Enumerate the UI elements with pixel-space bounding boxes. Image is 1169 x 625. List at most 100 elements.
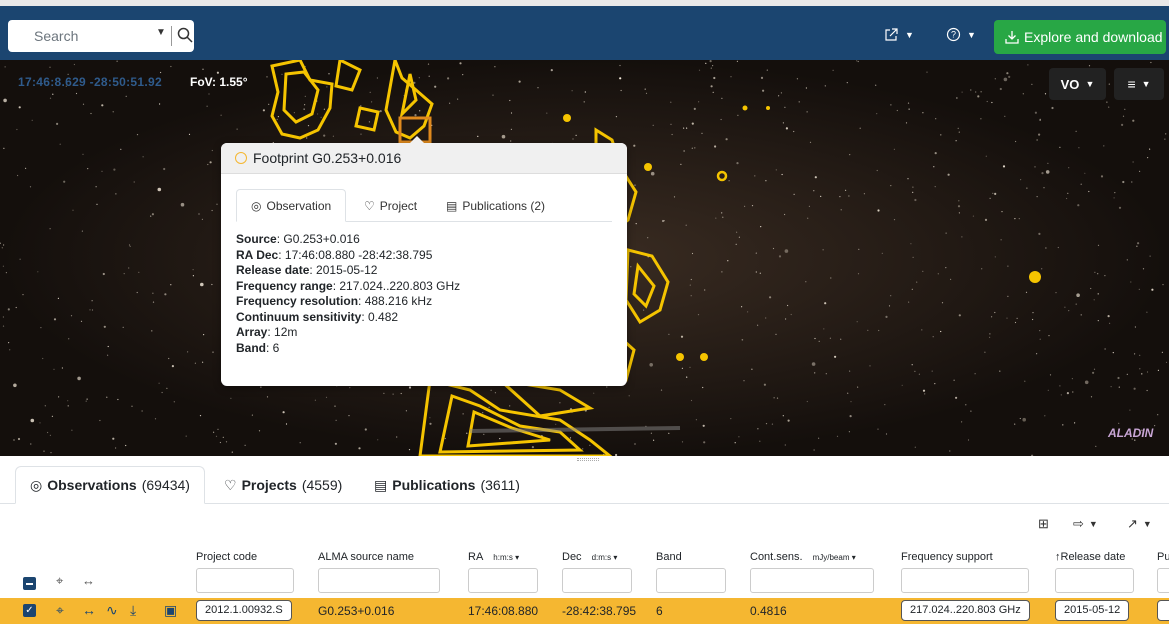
popup-tab-project[interactable]: ♡ Project <box>364 189 417 222</box>
column-header-ra[interactable]: RA h:m:s ▾ <box>468 551 519 563</box>
table-row[interactable]: ✓ ⌖ ↔ ∿ ⤓ ▣ 2012.1.00932.S G0.253+0.016 … <box>0 598 1169 624</box>
explore-download-button[interactable]: Explore and download <box>994 20 1166 54</box>
share-icon: ↗ <box>1127 516 1138 531</box>
column-header-sensitivity[interactable]: Cont.sens. mJy/beam ▾ <box>750 551 856 563</box>
bulb-icon: ♡ <box>224 476 237 493</box>
filter-publications[interactable] <box>1157 568 1169 593</box>
download-icon[interactable]: ⤓ <box>130 602 136 619</box>
crosshair-icon[interactable]: ⌖ <box>56 573 63 589</box>
publications-badge[interactable] <box>1157 600 1169 621</box>
chevron-down-icon: ▼ <box>967 29 976 40</box>
table-columns-icon: ⊞ <box>1038 516 1049 531</box>
search-icon[interactable] <box>176 26 194 44</box>
crosshair-icon[interactable]: ⌖ <box>56 602 64 619</box>
resize-horizontal-icon[interactable]: ↔ <box>82 602 96 618</box>
tab-count: (4559) <box>301 477 343 493</box>
tab-label: Projects <box>241 477 297 493</box>
chevron-down-icon: ▼ <box>1085 79 1095 89</box>
resize-handle[interactable] <box>577 458 599 461</box>
popup-title: Footprint G0.253+0.016 <box>253 150 402 166</box>
search-box[interactable]: Search ▼ <box>8 20 194 52</box>
chevron-down-icon: ▼ <box>1141 79 1151 89</box>
bulb-icon: ♡ <box>364 198 375 213</box>
sky-viewer[interactable]: 17:46:8.629 -28:50:51.92 FoV: 1.55° VO ▼… <box>0 60 1169 456</box>
popup-header: Footprint G0.253+0.016 <box>221 143 627 174</box>
popup-tab-observation[interactable]: ◎ Observation <box>236 189 347 222</box>
tab-count: (69434) <box>141 477 190 493</box>
help-icon: ? <box>946 27 961 42</box>
columns-toggle-button[interactable]: ⊞ <box>1038 516 1049 532</box>
image-icon[interactable]: ▣ <box>164 602 177 619</box>
footprint-popup: Footprint G0.253+0.016 ◎ Observation ♡ P… <box>221 136 627 386</box>
tab-label: Observations <box>47 477 137 493</box>
cursor-coordinates: 17:46:8.629 -28:50:51.92 <box>18 75 162 89</box>
document-icon: ▤ <box>374 476 388 493</box>
row-checkbox[interactable]: ✓ <box>23 604 36 617</box>
search-dropdown-caret[interactable]: ▼ <box>156 27 166 38</box>
chevron-down-icon: ▼ <box>1088 519 1098 529</box>
eye-icon: ◎ <box>30 476 43 493</box>
filter-dec[interactable] <box>562 568 632 593</box>
filter-sensitivity[interactable] <box>750 568 874 593</box>
resize-horizontal-icon[interactable]: ↔ <box>82 573 95 588</box>
top-bar: Search ▼ ▼ ? ▼ Explore and download <box>0 0 1169 60</box>
popup-tab-label: Project <box>379 198 418 213</box>
filter-source-name[interactable] <box>318 568 440 593</box>
column-header-frequency[interactable]: Frequency support <box>901 551 993 563</box>
results-tabs: ◎ Observations (69434) ♡ Projects (4559)… <box>0 466 1169 504</box>
divider <box>171 26 172 46</box>
detail-frequency-range: Frequency range: 217.024..220.803 GHz <box>236 278 461 293</box>
tab-count: (3611) <box>480 477 520 493</box>
share-menu-button[interactable]: ▼ <box>884 27 914 42</box>
tab-projects[interactable]: ♡ Projects (4559) <box>224 466 342 504</box>
ra-unit-select[interactable]: h:m:s ▾ <box>493 553 519 562</box>
layers-menu-button[interactable]: ≡ ▼ <box>1114 68 1164 100</box>
svg-text:?: ? <box>951 30 956 40</box>
column-header-dec[interactable]: Dec d:m:s ▾ <box>562 551 617 563</box>
detail-continuum-sensitivity: Continuum sensitivity: 0.482 <box>236 309 399 324</box>
cell-sensitivity: 0.4816 <box>750 604 787 618</box>
sens-unit-select[interactable]: mJy/beam ▾ <box>813 553 856 562</box>
vo-label: VO <box>1060 76 1080 92</box>
tab-label: Publications <box>392 477 476 493</box>
dec-unit-select[interactable]: d:m:s ▾ <box>592 553 618 562</box>
share-icon <box>885 28 898 41</box>
spectrum-icon[interactable]: ∿ <box>106 602 118 619</box>
filter-ra[interactable] <box>468 568 538 593</box>
chevron-down-icon: ▼ <box>1142 519 1152 529</box>
search-input[interactable]: Search <box>34 28 78 44</box>
filter-release-date[interactable] <box>1055 568 1134 593</box>
column-header-release-date[interactable]: ↑Release date <box>1055 551 1125 563</box>
column-header-publications[interactable]: Pu <box>1157 551 1169 563</box>
column-header-band[interactable]: Band <box>656 551 682 563</box>
popup-tab-label: Publications (2) <box>462 198 546 213</box>
detail-frequency-resolution: Frequency resolution: 488.216 kHz <box>236 294 433 308</box>
field-of-view: FoV: 1.55° <box>190 75 248 89</box>
cell-source-name: G0.253+0.016 <box>318 604 395 618</box>
cell-ra: 17:46:08.880 <box>468 604 539 618</box>
tab-observations[interactable]: ◎ Observations (69434) <box>15 466 205 504</box>
select-all-checkbox[interactable] <box>23 577 36 590</box>
help-menu-button[interactable]: ? ▼ <box>946 27 976 42</box>
frequency-support-button[interactable]: 217.024..220.803 GHz <box>901 600 1030 621</box>
footprint-circle-icon <box>235 152 247 164</box>
cell-band: 6 <box>656 604 663 618</box>
project-code-link[interactable]: 2012.1.00932.S <box>196 600 292 621</box>
export-menu-button[interactable]: ⇨ ▼ <box>1073 516 1098 532</box>
detail-array: Array: 12m <box>236 325 298 339</box>
eye-icon: ◎ <box>251 198 262 213</box>
cell-dec: -28:42:38.795 <box>562 604 637 618</box>
release-date-badge[interactable]: 2015-05-12 <box>1055 600 1130 621</box>
share-table-button[interactable]: ↗ ▼ <box>1127 516 1152 532</box>
chevron-down-icon: ▼ <box>905 29 914 40</box>
download-icon <box>1005 31 1019 44</box>
filter-band[interactable] <box>656 568 726 593</box>
filter-frequency[interactable] <box>901 568 1029 593</box>
popup-tab-publications[interactable]: ▤ Publications (2) <box>446 189 545 222</box>
column-header-source-name[interactable]: ALMA source name <box>318 551 414 563</box>
column-header-project-code[interactable]: Project code <box>196 551 257 563</box>
tab-publications[interactable]: ▤ Publications (3611) <box>374 466 520 504</box>
explore-download-label: Explore and download <box>1024 29 1163 45</box>
vo-menu-button[interactable]: VO ▼ <box>1049 68 1106 100</box>
filter-project-code[interactable] <box>196 568 294 593</box>
